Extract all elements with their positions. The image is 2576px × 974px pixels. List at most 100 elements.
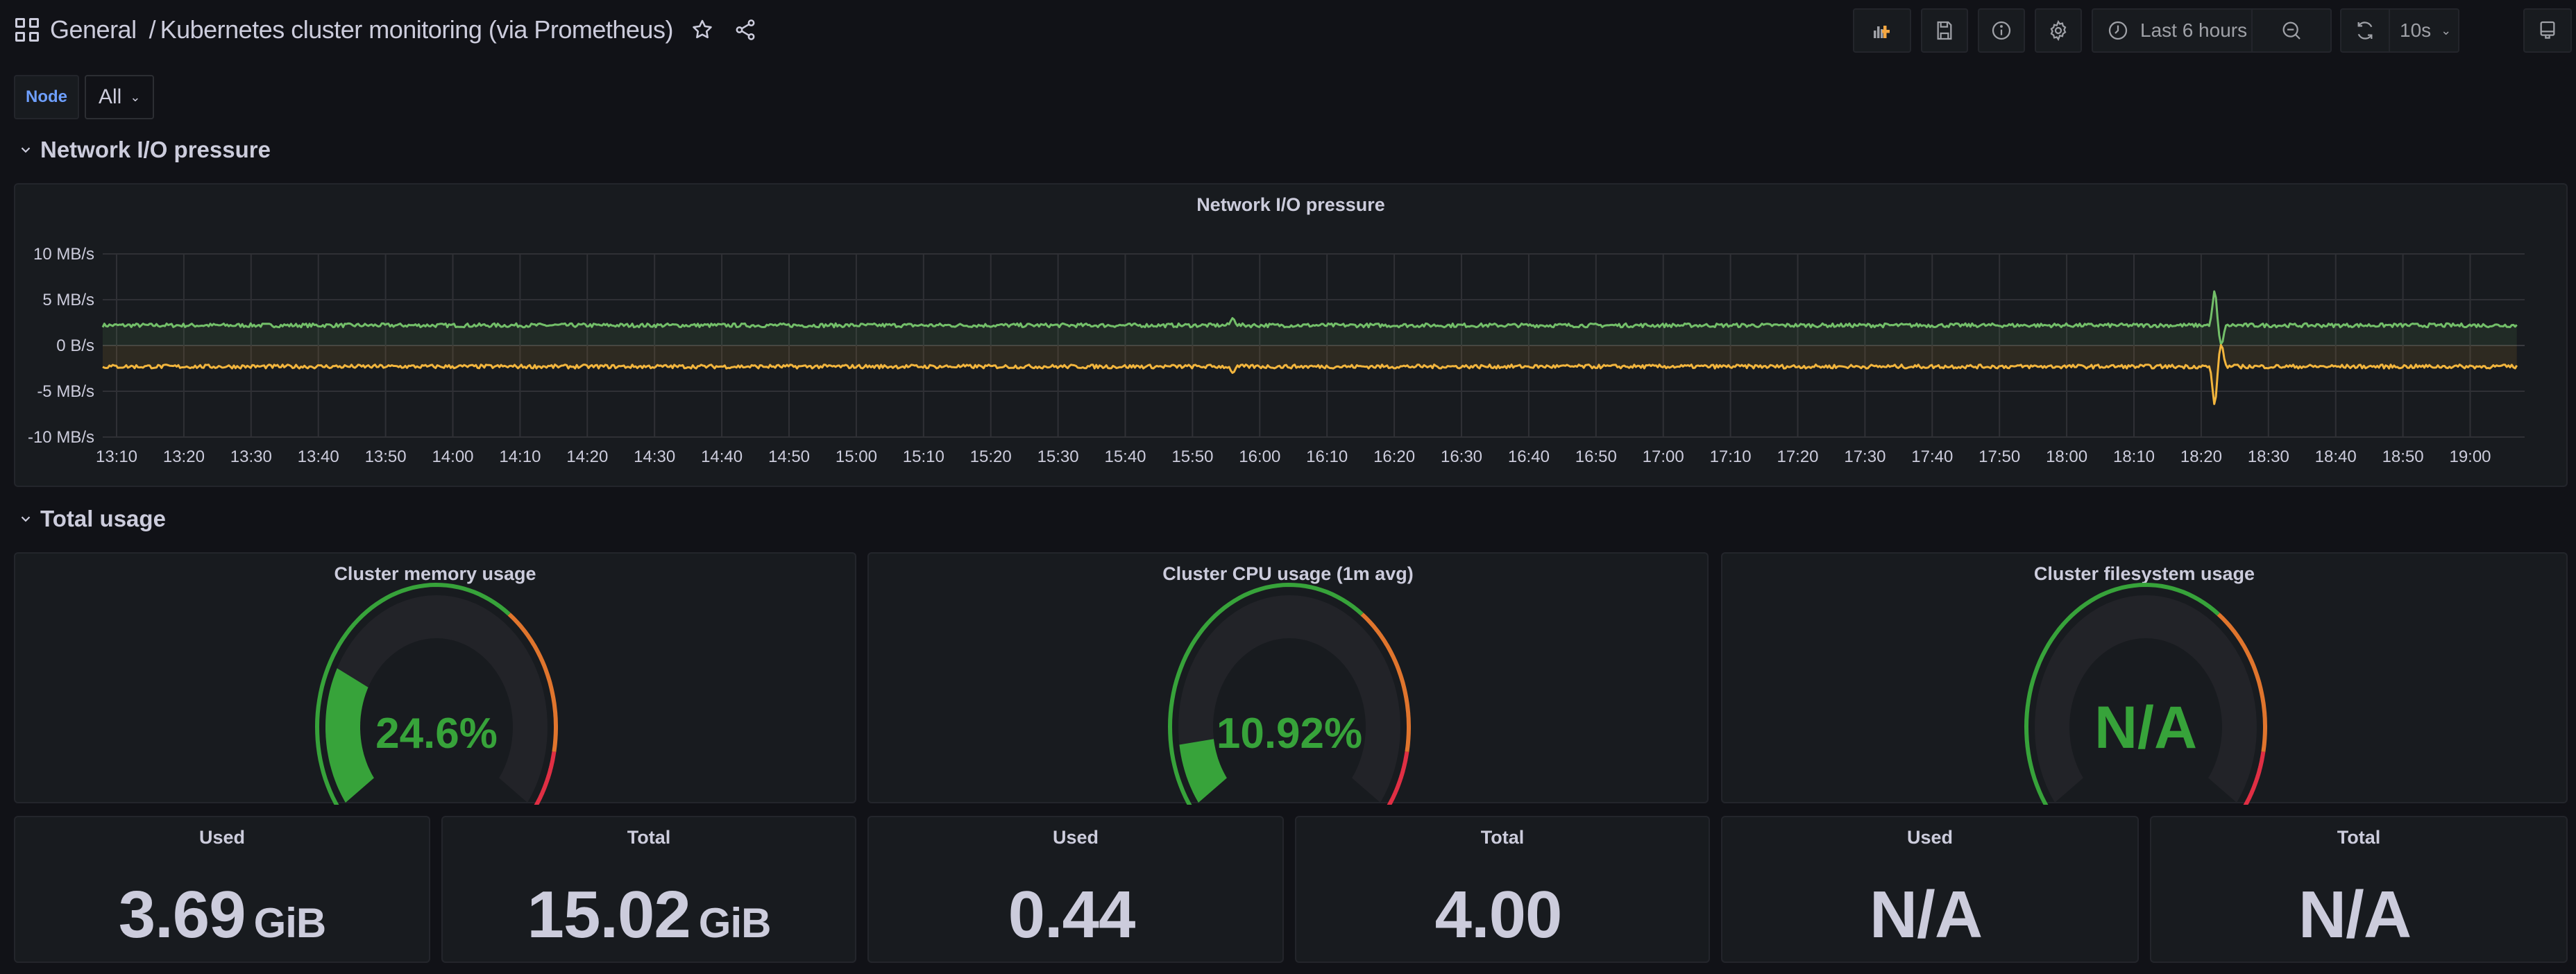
- add-panel-icon: [1874, 26, 1890, 38]
- stat-panel-cpu-total[interactable]: Total 4.00: [1295, 816, 1710, 963]
- x-tick-label: 18:10: [2113, 447, 2155, 466]
- chevron-down-icon: ⌄: [130, 89, 141, 104]
- gauge-panel-memory[interactable]: Cluster memory usage 24.6%: [14, 552, 856, 805]
- x-tick-label: 17:20: [1777, 447, 1818, 466]
- grid-icon[interactable]: [15, 18, 39, 42]
- variable-value: All: [99, 85, 122, 108]
- stat-panel-memory-used[interactable]: Used 3.69 GiB: [14, 816, 430, 963]
- gear-icon: [2050, 19, 2067, 42]
- dashboard-settings-button[interactable]: [2035, 8, 2082, 53]
- x-tick-label: 16:00: [1239, 447, 1280, 466]
- stat-panel-cpu-used[interactable]: Used 0.44: [867, 816, 1284, 963]
- x-tick-label: 17:00: [1643, 447, 1684, 466]
- chevron-down-icon: [21, 516, 31, 522]
- add-panel-button[interactable]: [1853, 8, 1911, 53]
- x-tick-label: 14:10: [499, 447, 541, 466]
- x-tick-label: 17:40: [1911, 447, 1953, 466]
- tv-mode-button[interactable]: [2523, 8, 2572, 53]
- x-tick-label: 14:30: [634, 447, 675, 466]
- save-dashboard-button[interactable]: [1921, 8, 1968, 53]
- gauge-value-arc: [325, 668, 374, 803]
- x-tick-label: 14:50: [768, 447, 810, 466]
- row-network-io[interactable]: Network I/O pressure: [18, 135, 271, 165]
- x-tick-label: 17:30: [1844, 447, 1886, 466]
- panel-title: Total: [2337, 827, 2381, 848]
- panel-title: Total: [1480, 827, 1525, 848]
- x-tick-label: 15:40: [1104, 447, 1146, 466]
- gauge-value-text: 24.6%: [375, 710, 498, 758]
- x-tick-label: 18:50: [2382, 447, 2424, 466]
- chevron-down-icon: [21, 147, 31, 153]
- stat-panel-filesystem-total[interactable]: Total N/A: [2150, 816, 2568, 963]
- stat-value: N/A: [1869, 878, 1983, 952]
- panel-title: Used: [1906, 827, 1954, 848]
- dashboard-title[interactable]: Kubernetes cluster monitoring (via Prome…: [160, 15, 674, 44]
- x-tick-label: 13:10: [96, 447, 137, 466]
- x-tick-label: 13:20: [163, 447, 205, 466]
- refresh-icon: [2357, 22, 2373, 40]
- x-tick-label: 13:40: [298, 447, 339, 466]
- y-tick-label: 10 MB/s: [33, 245, 94, 264]
- dashboard-info-button[interactable]: [1978, 8, 2025, 53]
- x-tick-label: 13:50: [365, 447, 407, 466]
- y-tick-label: -5 MB/s: [37, 382, 94, 401]
- x-tick-label: 16:50: [1575, 447, 1617, 466]
- breadcrumb-folder[interactable]: General: [50, 15, 137, 44]
- star-icon[interactable]: [688, 16, 716, 44]
- chevron-down-icon: ⌄: [2441, 23, 2452, 37]
- network-io-panel[interactable]: Network I/O pressure 10 MB/s 5 MB/s 0 B/s -…: [14, 183, 2568, 487]
- panel-title: Total: [627, 827, 671, 848]
- x-tick-label: 17:50: [1978, 447, 2020, 466]
- stat-value: 15.02 GiB: [527, 878, 772, 952]
- share-icon[interactable]: [731, 16, 759, 44]
- variable-label-node: Node: [14, 75, 79, 119]
- refresh-button[interactable]: [2340, 8, 2390, 53]
- stat-value: 0.44: [1008, 878, 1136, 952]
- network-io-chart: 10 MB/s 5 MB/s 0 B/s -5 MB/s -10 MB/s13:10 13…: [28, 245, 2525, 466]
- row-total-usage[interactable]: Total usage: [18, 504, 166, 534]
- zoom-out-icon: [2282, 22, 2300, 40]
- gauge-memory: 24.6%: [314, 582, 558, 805]
- x-tick-label: 18:20: [2180, 447, 2222, 466]
- x-tick-label: 15:30: [1037, 447, 1079, 466]
- x-tick-label: 18:30: [2248, 447, 2289, 466]
- variable-select-node[interactable]: All ⌄: [85, 75, 154, 119]
- y-tick-label: 5 MB/s: [42, 291, 94, 309]
- gauge-panel-filesystem[interactable]: Cluster filesystem usage N/A: [1721, 552, 2568, 805]
- y-tick-label: 0 B/s: [56, 336, 94, 355]
- row-title: Total usage: [40, 506, 166, 531]
- refresh-interval-picker[interactable]: 10s ⌄: [2389, 8, 2459, 53]
- dashboard-header: General / Kubernetes cluster monitoring …: [0, 0, 2576, 60]
- save-icon: [1937, 21, 1952, 40]
- x-tick-label: 15:00: [836, 447, 877, 466]
- stat-value: N/A: [2298, 878, 2412, 952]
- clock-icon: [2108, 21, 2128, 40]
- x-tick-label: 13:30: [230, 447, 272, 466]
- x-tick-label: 19:00: [2449, 447, 2491, 466]
- x-tick-label: 16:20: [1373, 447, 1415, 466]
- info-icon: [1992, 21, 2011, 40]
- breadcrumb-separator: /: [149, 15, 156, 44]
- x-tick-label: 15:50: [1171, 447, 1213, 466]
- row-title: Network I/O pressure: [40, 137, 271, 162]
- refresh-interval-label: 10s: [2400, 19, 2432, 41]
- gauge-value-text: 10.92%: [1217, 710, 1362, 758]
- gauge-panel-cpu[interactable]: Cluster CPU usage (1m avg) 10.92%: [867, 552, 1709, 805]
- stat-panel-memory-total[interactable]: Total 15.02 GiB: [441, 816, 856, 963]
- x-tick-label: 16:10: [1306, 447, 1348, 466]
- series-area-transmitted: [103, 345, 2517, 404]
- x-tick-label: 14:00: [432, 447, 473, 466]
- x-tick-label: 18:00: [2046, 447, 2087, 466]
- stat-panel-filesystem-used[interactable]: Used N/A: [1721, 816, 2139, 963]
- x-tick-label: 14:20: [566, 447, 608, 466]
- stat-value: 4.00: [1434, 878, 1563, 952]
- x-tick-label: 15:10: [903, 447, 944, 466]
- zoom-out-button[interactable]: [2253, 8, 2332, 53]
- stat-value: 3.69 GiB: [118, 878, 327, 952]
- x-tick-label: 17:10: [1710, 447, 1752, 466]
- gauge-filesystem: N/A: [2024, 582, 2267, 805]
- gauge-cpu: 10.92%: [1167, 582, 1411, 805]
- panel-title: Used: [1052, 827, 1099, 848]
- x-tick-label: 14:40: [701, 447, 743, 466]
- x-tick-label: 15:20: [970, 447, 1012, 466]
